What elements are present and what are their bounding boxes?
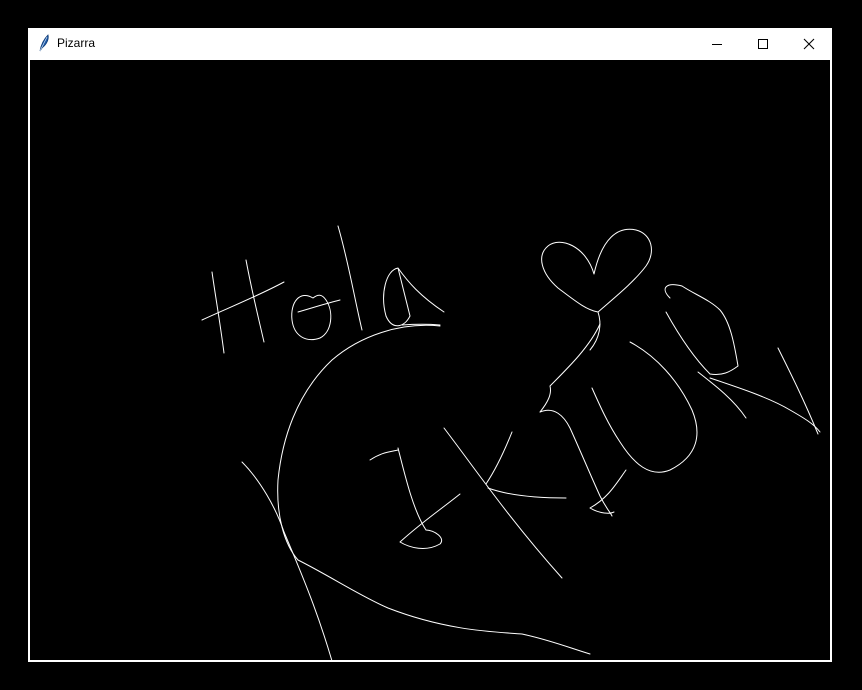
window-title: Pizarra: [57, 36, 96, 50]
stroke-o2: [591, 341, 698, 473]
stroke-l: [337, 225, 363, 331]
stroke-heart-tail: [589, 311, 601, 351]
app-window: Pizarra: [28, 28, 832, 662]
stroke-i-down: [397, 447, 427, 531]
stroke-i-loop: [399, 493, 461, 549]
stroke-r-leg: [697, 371, 747, 419]
close-button[interactable]: [786, 28, 832, 59]
stroke-h-right: [245, 259, 265, 343]
stroke-heart: [541, 228, 652, 313]
stroke-k-short: [485, 431, 513, 485]
stroke-r-extra: [777, 347, 819, 435]
stroke-a2-cross: [589, 469, 627, 514]
feather-icon: [37, 34, 51, 52]
stroke-o-bar: [297, 299, 341, 313]
title-bar[interactable]: Pizarra: [28, 28, 832, 59]
stroke-r-long: [709, 377, 821, 433]
maximize-icon: [758, 38, 768, 49]
stroke-r-loop: [664, 284, 739, 375]
minimize-icon: [712, 43, 722, 45]
stroke-i-top: [369, 449, 399, 461]
stroke-o: [291, 294, 332, 341]
stroke-a-underline: [401, 323, 441, 326]
stroke-diagonal: [241, 461, 333, 660]
ink-layer: [201, 225, 821, 660]
maximize-button[interactable]: [740, 28, 786, 59]
minimize-button[interactable]: [694, 28, 740, 59]
drawing-canvas[interactable]: [30, 60, 830, 660]
stroke-arc: [277, 324, 591, 655]
stroke-j: [539, 323, 601, 413]
stroke-k-long: [443, 427, 563, 579]
stroke-a: [383, 267, 445, 327]
close-icon: [803, 38, 815, 49]
stroke-k-bar: [487, 487, 567, 499]
